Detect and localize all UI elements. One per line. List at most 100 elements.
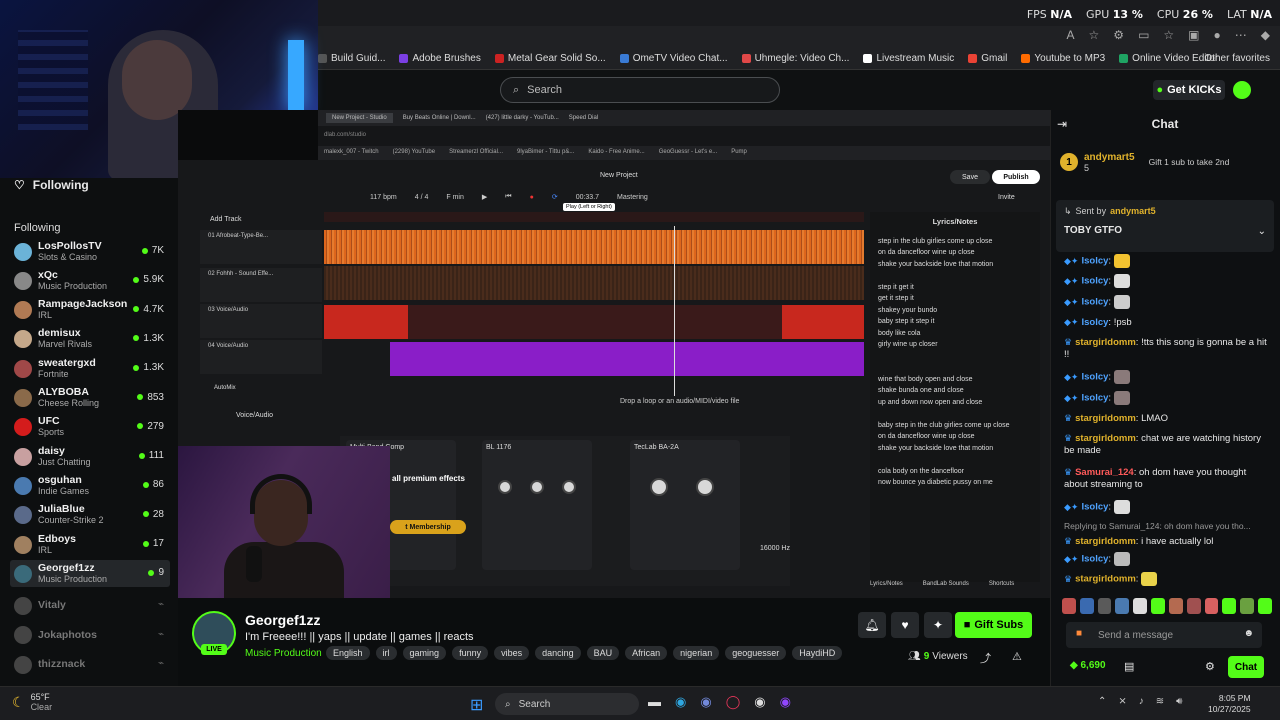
chat-username[interactable]: Isolcy: [1081, 554, 1108, 565]
tag[interactable]: gaming: [402, 646, 447, 660]
emote-icon[interactable]: [1258, 598, 1272, 614]
chat-message[interactable]: ◆✦ Isolcy:: [1064, 552, 1270, 566]
bookmark-item[interactable]: OmeTV Video Chat...: [619, 53, 728, 64]
bookmark-item[interactable]: Online Video Editor: [1119, 53, 1218, 64]
extensions-icon[interactable]: ⚙: [1113, 28, 1124, 42]
chat-username[interactable]: stargirldomm: [1075, 337, 1136, 348]
follow-button[interactable]: ♥: [891, 612, 919, 638]
chat-message[interactable]: ◆✦ Isolcy: !psb: [1064, 316, 1270, 329]
tag[interactable]: African: [625, 646, 668, 660]
more-icon[interactable]: ⋯: [1235, 28, 1247, 42]
chat-input[interactable]: ■ Send a message ☻: [1066, 622, 1262, 648]
emote-icon[interactable]: [1115, 598, 1130, 614]
file-explorer-icon[interactable]: ▬: [648, 694, 661, 710]
profile-icon[interactable]: ●: [1214, 28, 1221, 42]
taskbar-search[interactable]: ⌕ Search: [495, 693, 639, 715]
sidebar-channel[interactable]: xQc Music Production 5.9K: [10, 267, 170, 294]
chat-message[interactable]: ◆✦ Isolcy:: [1064, 295, 1270, 309]
emote-icon[interactable]: [1222, 598, 1237, 614]
bookmark-item[interactable]: Youtube to MP3: [1021, 53, 1105, 64]
tag[interactable]: BAU: [586, 646, 620, 660]
pinned-message[interactable]: ↳ Sent by andymart5 TOBY GTFO ⌄: [1056, 200, 1274, 252]
emote-icon[interactable]: [1186, 598, 1201, 614]
copilot-icon[interactable]: ◆: [1261, 28, 1270, 42]
edge-icon[interactable]: ◉: [675, 694, 686, 710]
notification-button[interactable]: 🔔︎: [858, 612, 886, 638]
sidebar-channel-offline[interactable]: Vitaly ⌁: [10, 592, 170, 619]
favorites-icon[interactable]: ☆: [1163, 28, 1174, 42]
clip-button[interactable]: ✦: [924, 612, 952, 638]
chevron-up-icon[interactable]: ⌃: [1098, 696, 1106, 707]
sidebar-channel-offline[interactable]: Jokaphotos ⌁: [10, 622, 170, 649]
chat-message[interactable]: ◆✦ Isolcy:: [1064, 500, 1270, 514]
sidebar-channel[interactable]: sweatergxd Fortnite 1.3K: [10, 355, 170, 382]
user-avatar[interactable]: [1233, 81, 1251, 99]
sidebar-channel[interactable]: RampageJackson IRL 4.7K: [10, 297, 170, 324]
weather-widget[interactable]: ☾ 65°F Clear: [12, 692, 52, 712]
mic-icon[interactable]: ♪: [1139, 696, 1144, 707]
chat-message[interactable]: ♛ Samurai_124: oh dom have you thought ab…: [1064, 466, 1270, 491]
chat-username[interactable]: Isolcy: [1081, 372, 1108, 383]
search-input[interactable]: ⌕ Search: [500, 77, 780, 103]
chat-username[interactable]: Isolcy: [1081, 256, 1108, 267]
sidebar-channel[interactable]: osguhan Indie Games 86: [10, 472, 170, 499]
sidebar-channel[interactable]: Georgef1zz Music Production 9: [10, 560, 170, 588]
chat-message[interactable]: ◆✦ Isolcy:: [1064, 254, 1270, 268]
chat-username[interactable]: Isolcy: [1081, 297, 1108, 308]
chat-message[interactable]: ◆✦ Isolcy:: [1064, 391, 1270, 405]
sidebar-channel[interactable]: demisux Marvel Rivals 1.3K: [10, 326, 170, 353]
emote-icon[interactable]: [1062, 598, 1076, 614]
volume-icon[interactable]: 🔊︎: [1176, 696, 1182, 707]
chat-username[interactable]: Isolcy: [1081, 317, 1108, 328]
send-chat-button[interactable]: Chat: [1228, 656, 1264, 678]
tag[interactable]: funny: [452, 646, 489, 660]
chat-username[interactable]: Isolcy: [1081, 502, 1108, 513]
wifi-icon[interactable]: ≋: [1156, 696, 1164, 707]
sidebar-channel[interactable]: UFC Sports 279: [10, 414, 170, 441]
emote-icon[interactable]: [1204, 598, 1219, 614]
chevron-down-icon[interactable]: ⌄: [1258, 226, 1266, 237]
emoji-icon[interactable]: ☻: [1243, 628, 1254, 639]
tag[interactable]: nigerian: [673, 646, 720, 660]
share-icon[interactable]: ⤴: [980, 650, 991, 666]
tag[interactable]: dancing: [535, 646, 581, 660]
sidebar-channel[interactable]: ALYBOBA Cheese Rolling 853: [10, 385, 170, 412]
obs-icon[interactable]: ◉: [754, 694, 765, 710]
sidebar-following-header[interactable]: ♡ Following: [14, 178, 89, 192]
clock[interactable]: 8:05 PM 10/27/2025: [1208, 693, 1251, 715]
emote-icon[interactable]: [1133, 598, 1148, 614]
gear-icon[interactable]: ⚙: [1205, 660, 1215, 673]
chat-username[interactable]: stargirldomm: [1075, 536, 1136, 547]
emote-icon[interactable]: [1168, 598, 1183, 614]
bookmark-item[interactable]: Gmail: [968, 53, 1007, 64]
twitch-icon[interactable]: ◉: [780, 694, 791, 710]
collections-icon[interactable]: ▣: [1188, 28, 1199, 42]
other-favorites[interactable]: Other favorites: [1204, 53, 1270, 64]
gift-leaderboard[interactable]: 1 andymart5 5 Gift 1 sub to take 2nd: [1060, 146, 1272, 178]
star-icon[interactable]: ☆: [1089, 28, 1100, 42]
sidebar-channel[interactable]: LosPollosTV Slots & Casino 7K: [10, 238, 170, 265]
emote-icon[interactable]: [1097, 598, 1112, 614]
bookmark-item[interactable]: Uhmegle: Video Ch...: [741, 53, 849, 64]
chat-username[interactable]: Isolcy: [1081, 276, 1108, 287]
sidebar-channel-offline[interactable]: thizznack ⌁: [10, 651, 170, 678]
sidebar-channel[interactable]: daisy Just Chatting 111: [10, 443, 170, 470]
bookmark-item[interactable]: Adobe Brushes: [399, 53, 481, 64]
chat-message[interactable]: ♛ stargirldomm: LMAO: [1064, 412, 1270, 425]
tag[interactable]: English: [326, 646, 370, 660]
gift-subs-button[interactable]: ■ Gift Subs: [955, 612, 1032, 638]
tag[interactable]: irl: [375, 646, 397, 660]
emote-icon[interactable]: [1151, 598, 1165, 614]
kicks-balance[interactable]: ◆ 6,690: [1070, 660, 1106, 671]
sidebar-channel[interactable]: JuliaBlue Counter-Strike 2 28: [10, 502, 170, 529]
discord-icon[interactable]: ◉: [700, 694, 711, 710]
bookmark-item[interactable]: Metal Gear Solid So...: [494, 53, 606, 64]
chat-message[interactable]: ♛ stargirldomm: chat we are watching hist…: [1064, 432, 1270, 457]
chat-username[interactable]: stargirldomm: [1075, 413, 1136, 424]
chat-username[interactable]: stargirldomm: [1075, 433, 1136, 444]
store-icon[interactable]: ▤: [1124, 660, 1134, 673]
sidebar-channel[interactable]: Edboys IRL 17: [10, 531, 170, 558]
chat-message[interactable]: ♛ stargirldomm:: [1064, 572, 1270, 586]
windows-start-icon[interactable]: ⊞: [470, 695, 483, 715]
emote-icon[interactable]: [1079, 598, 1094, 614]
